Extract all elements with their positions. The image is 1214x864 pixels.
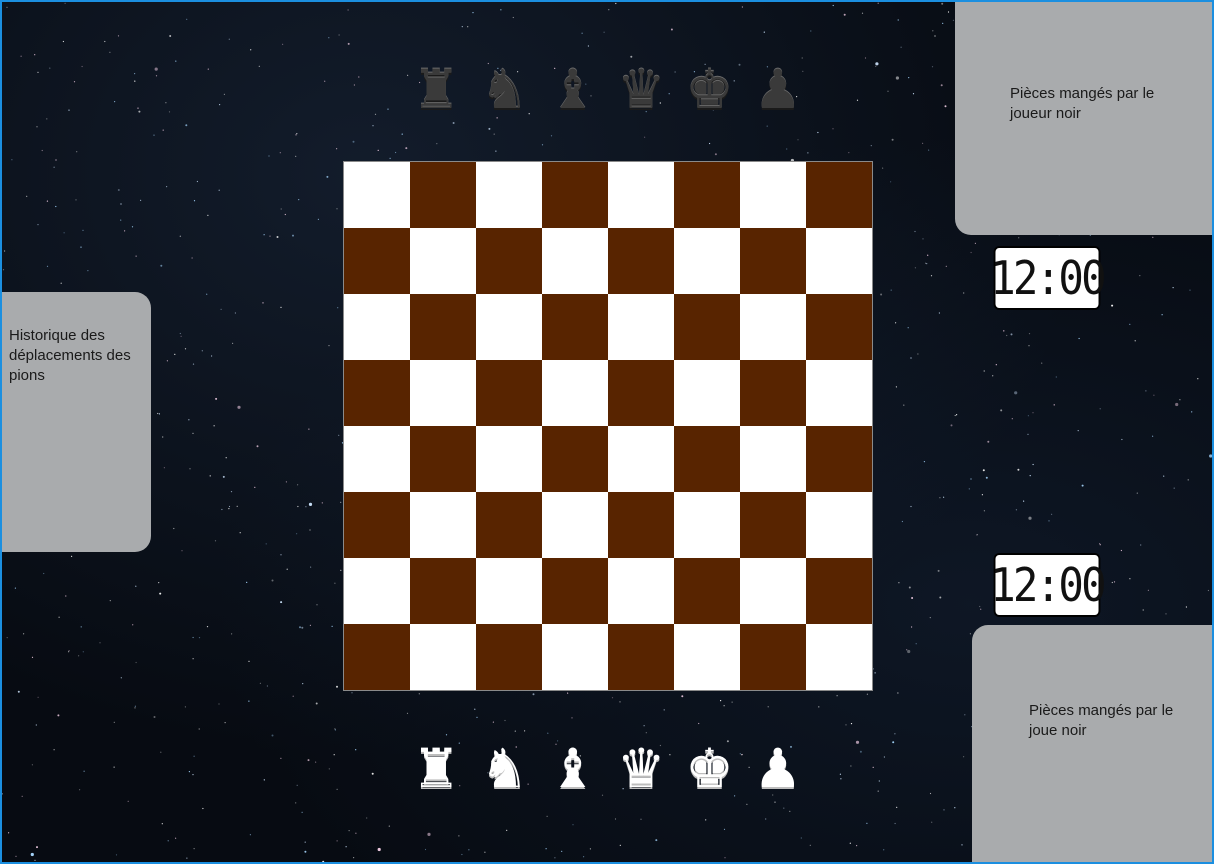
black-knight-icon[interactable]: ♞ — [475, 59, 533, 121]
white-knight-icon[interactable]: ♞ — [475, 738, 533, 800]
white-rook-icon[interactable]: ♜ — [407, 738, 465, 800]
board-square-a3[interactable] — [344, 492, 410, 558]
board-square-f6[interactable] — [674, 294, 740, 360]
chess-board[interactable] — [343, 161, 873, 691]
board-square-e8[interactable] — [608, 162, 674, 228]
board-square-d4[interactable] — [542, 426, 608, 492]
board-square-h8[interactable] — [806, 162, 872, 228]
board-square-b8[interactable] — [410, 162, 476, 228]
board-square-a4[interactable] — [344, 426, 410, 492]
move-history-label: Historique des déplacements des pions — [9, 327, 131, 384]
black-queen-icon[interactable]: ♛ — [612, 59, 670, 121]
board-square-d6[interactable] — [542, 294, 608, 360]
board-square-c2[interactable] — [476, 558, 542, 624]
white-king-icon[interactable]: ♚ — [680, 738, 738, 800]
captured-pieces-top-panel: Pièces mangés par le joueur noir — [955, 2, 1212, 235]
white-queen-icon[interactable]: ♛ — [612, 738, 670, 800]
board-square-h1[interactable] — [806, 624, 872, 690]
timer-bottom: 12:00 — [990, 553, 1107, 617]
board-square-f1[interactable] — [674, 624, 740, 690]
board-square-h5[interactable] — [806, 360, 872, 426]
board-square-b3[interactable] — [410, 492, 476, 558]
captured-pieces-bottom-panel: Pièces mangés par le joue noir — [972, 625, 1212, 862]
board-square-a2[interactable] — [344, 558, 410, 624]
board-square-e7[interactable] — [608, 228, 674, 294]
board-square-g3[interactable] — [740, 492, 806, 558]
board-square-a1[interactable] — [344, 624, 410, 690]
board-square-f8[interactable] — [674, 162, 740, 228]
board-square-g4[interactable] — [740, 426, 806, 492]
board-square-h2[interactable] — [806, 558, 872, 624]
board-square-a8[interactable] — [344, 162, 410, 228]
board-square-g8[interactable] — [740, 162, 806, 228]
board-square-b5[interactable] — [410, 360, 476, 426]
board-square-g7[interactable] — [740, 228, 806, 294]
black-piece-selector: ♜ ♞ ♝ ♛ ♚ ♟ — [407, 59, 807, 121]
black-bishop-icon[interactable]: ♝ — [544, 59, 602, 121]
board-square-c4[interactable] — [476, 426, 542, 492]
board-square-d3[interactable] — [542, 492, 608, 558]
board-square-c3[interactable] — [476, 492, 542, 558]
board-square-h7[interactable] — [806, 228, 872, 294]
board-square-c6[interactable] — [476, 294, 542, 360]
board-square-e6[interactable] — [608, 294, 674, 360]
board-square-e1[interactable] — [608, 624, 674, 690]
board-square-c5[interactable] — [476, 360, 542, 426]
board-square-a7[interactable] — [344, 228, 410, 294]
board-square-c8[interactable] — [476, 162, 542, 228]
board-square-e2[interactable] — [608, 558, 674, 624]
board-square-c7[interactable] — [476, 228, 542, 294]
board-square-e3[interactable] — [608, 492, 674, 558]
black-king-icon[interactable]: ♚ — [680, 59, 738, 121]
board-square-a6[interactable] — [344, 294, 410, 360]
white-pawn-icon[interactable]: ♟ — [749, 738, 807, 800]
board-square-b4[interactable] — [410, 426, 476, 492]
board-square-f3[interactable] — [674, 492, 740, 558]
game-window: ♜ ♞ ♝ ♛ ♚ ♟ ♜ ♞ ♝ ♛ ♚ ♟ Historique des déplacement… — [0, 0, 1214, 864]
black-pawn-icon[interactable]: ♟ — [749, 59, 807, 121]
board-square-e5[interactable] — [608, 360, 674, 426]
board-square-d8[interactable] — [542, 162, 608, 228]
board-square-g6[interactable] — [740, 294, 806, 360]
board-square-c1[interactable] — [476, 624, 542, 690]
board-square-a5[interactable] — [344, 360, 410, 426]
captured-pieces-bottom-label: Pièces mangés par le joue noir — [1029, 702, 1174, 739]
move-history-panel[interactable]: Historique des déplacements des pions — [2, 292, 151, 552]
captured-pieces-top-label: Pièces mangés par le joueur noir — [1010, 85, 1155, 122]
board-square-h6[interactable] — [806, 294, 872, 360]
white-bishop-icon[interactable]: ♝ — [544, 738, 602, 800]
board-square-b7[interactable] — [410, 228, 476, 294]
board-square-d2[interactable] — [542, 558, 608, 624]
board-square-b1[interactable] — [410, 624, 476, 690]
board-square-d5[interactable] — [542, 360, 608, 426]
board-square-f2[interactable] — [674, 558, 740, 624]
board-square-f5[interactable] — [674, 360, 740, 426]
board-square-h3[interactable] — [806, 492, 872, 558]
black-rook-icon[interactable]: ♜ — [407, 59, 465, 121]
board-square-f7[interactable] — [674, 228, 740, 294]
timer-top: 12:00 — [990, 246, 1107, 310]
board-square-b6[interactable] — [410, 294, 476, 360]
board-square-g1[interactable] — [740, 624, 806, 690]
white-piece-selector: ♜ ♞ ♝ ♛ ♚ ♟ — [407, 738, 807, 800]
board-square-h4[interactable] — [806, 426, 872, 492]
board-square-e4[interactable] — [608, 426, 674, 492]
board-square-g2[interactable] — [740, 558, 806, 624]
board-square-g5[interactable] — [740, 360, 806, 426]
board-square-d1[interactable] — [542, 624, 608, 690]
board-square-f4[interactable] — [674, 426, 740, 492]
board-square-b2[interactable] — [410, 558, 476, 624]
board-square-d7[interactable] — [542, 228, 608, 294]
